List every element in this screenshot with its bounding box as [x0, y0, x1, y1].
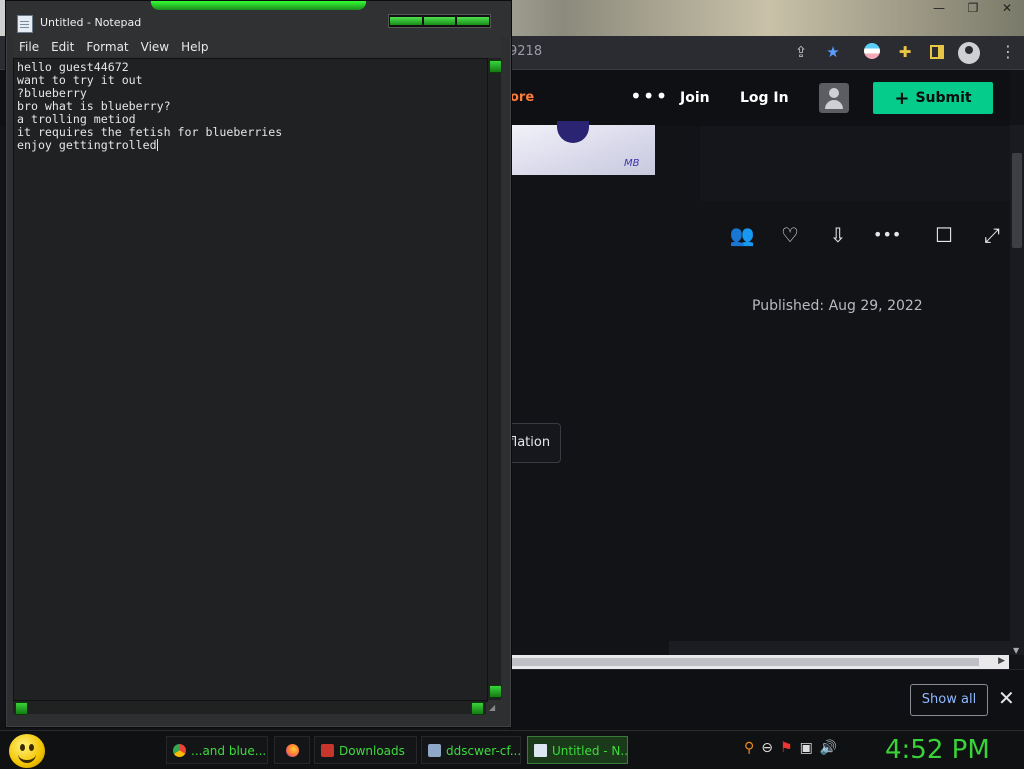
menu-view[interactable]: View	[135, 37, 175, 57]
scroll-right-button[interactable]	[471, 702, 484, 715]
download-bar: Show all ✕	[509, 669, 1024, 731]
taskbar-item-downloads[interactable]: Downloads	[314, 736, 417, 764]
network-icon[interactable]: ▣	[800, 740, 813, 760]
minimize-button[interactable]: —	[922, 0, 956, 16]
close-icon[interactable]: ✕	[998, 687, 1015, 709]
close-button[interactable]: ✕	[990, 0, 1024, 16]
download-icon[interactable]: ⇩	[825, 222, 851, 248]
taskbar-item-chrome[interactable]: ...and blue...	[166, 736, 268, 764]
editor-horizontal-scrollbar[interactable]	[13, 700, 486, 715]
resize-grip-icon[interactable]: ◢	[489, 703, 499, 713]
search-icon[interactable]: ⚲	[744, 740, 754, 760]
submit-button[interactable]: + Submit	[873, 82, 993, 114]
close-button[interactable]	[457, 17, 490, 25]
window-icon[interactable]: ☐	[931, 222, 957, 248]
artwork-thumbnail[interactable]: MB	[509, 121, 655, 175]
fullscreen-icon[interactable]: ⤢	[979, 222, 1005, 248]
window-title: Untitled - Notepad	[40, 16, 142, 29]
more-actions-icon[interactable]: •••	[873, 222, 901, 248]
restore-button[interactable]: ❐	[956, 0, 990, 16]
favourite-icon[interactable]: ♡	[777, 222, 803, 248]
scroll-right-icon[interactable]: ▶	[998, 656, 1005, 666]
menu-help[interactable]: Help	[175, 37, 214, 57]
published-date: Published: Aug 29, 2022	[752, 298, 923, 314]
page-horizontal-scrollbar[interactable]: ▶	[509, 655, 1009, 669]
scroll-down-button[interactable]	[489, 685, 502, 698]
page-vertical-scrollbar[interactable]: ▼	[1010, 125, 1024, 655]
extensions-icon[interactable]: ✚	[896, 43, 914, 61]
text-line-last: enjoy gettingtrolled	[17, 139, 487, 152]
volume-icon[interactable]: 🔊	[820, 740, 837, 760]
menu-file[interactable]: File	[13, 37, 45, 57]
panel-shade	[700, 126, 1010, 201]
plus-icon: +	[894, 87, 910, 109]
text-caret	[156, 139, 158, 151]
taskbar-item-label: Untitled - N...	[552, 744, 628, 758]
watchers-icon[interactable]: 👥	[729, 222, 755, 248]
notepad-titlebar[interactable]: Untitled - Notepad	[6, 1, 511, 37]
menu-format[interactable]: Format	[80, 37, 134, 57]
scrollbar-thumb[interactable]	[1012, 153, 1022, 248]
flag-icon[interactable]: ⚑	[780, 740, 793, 760]
taskbar-item-label: ...and blue...	[191, 744, 267, 758]
smiley-mouth	[18, 752, 36, 763]
smiley-eye	[20, 744, 25, 751]
profile-icon[interactable]	[958, 42, 980, 64]
share-icon[interactable]: ⇪	[792, 43, 810, 61]
notepad-icon[interactable]	[17, 15, 33, 33]
show-all-button[interactable]: Show all	[910, 684, 988, 716]
flag-icon[interactable]	[864, 43, 882, 61]
notepad-window: Untitled - Notepad File Edit Format View…	[5, 0, 512, 728]
taskbar: ...and blue... Downloads ddscwer-cf... U…	[0, 730, 1024, 769]
user-avatar-icon[interactable]	[819, 83, 849, 113]
image-icon	[428, 744, 441, 757]
taskbar-item-notepad[interactable]: Untitled - N...	[527, 736, 628, 764]
scroll-up-button[interactable]	[489, 60, 502, 73]
taskbar-item-label: Downloads	[339, 744, 405, 758]
taskbar-item-image[interactable]: ddscwer-cf...	[421, 736, 521, 764]
clock[interactable]: 4:52 PM	[885, 734, 990, 766]
editor-vertical-scrollbar[interactable]	[487, 58, 502, 700]
url-text[interactable]: 9218	[509, 44, 542, 59]
content-strip	[669, 641, 1010, 655]
editor-content[interactable]: hello guest44672 want to try it out ?blueb…	[17, 61, 487, 152]
chrome-icon	[173, 744, 186, 757]
text-editor[interactable]: hello guest44672 want to try it out ?blueb…	[13, 58, 488, 702]
text-line: enjoy gettingtrolled	[17, 138, 157, 152]
minimize-button[interactable]	[390, 17, 422, 25]
scrollbar-thumb[interactable]	[509, 658, 979, 666]
submit-label: Submit	[915, 90, 972, 106]
smiley-eye	[29, 744, 34, 751]
scroll-left-button[interactable]	[15, 702, 28, 715]
artwork-blob	[557, 121, 589, 143]
maximize-button[interactable]	[423, 17, 456, 25]
taskbar-item-firefox[interactable]	[274, 736, 310, 764]
explore-link[interactable]: ore	[510, 90, 534, 105]
browser-window-controls: — ❐ ✕	[922, 0, 1024, 16]
minus-icon[interactable]: ⊖	[761, 740, 773, 760]
taskbar-item-label: ddscwer-cf...	[446, 744, 521, 758]
start-button[interactable]	[9, 734, 45, 768]
join-link[interactable]: Join	[680, 90, 710, 106]
text-line: want to try it out	[17, 73, 143, 87]
scroll-down-icon[interactable]: ▼	[1013, 646, 1019, 655]
titlebar-glow	[151, 1, 366, 10]
notepad-icon	[534, 744, 547, 757]
star-icon[interactable]: ★	[824, 43, 842, 61]
menu-icon[interactable]: ⋮	[1000, 43, 1016, 61]
firefox-icon	[286, 744, 299, 757]
artwork-signature: MB	[624, 158, 640, 169]
menu-edit[interactable]: Edit	[45, 37, 80, 57]
more-menu-button[interactable]: •••	[630, 84, 668, 108]
window-controls	[388, 14, 491, 28]
menu-bar: File Edit Format View Help	[13, 37, 501, 57]
login-link[interactable]: Log In	[740, 90, 789, 106]
system-tray: ⚲ ⊖ ⚑ ▣ 🔊	[744, 740, 837, 760]
folder-icon	[321, 744, 334, 757]
sidebar-icon[interactable]	[928, 43, 946, 61]
